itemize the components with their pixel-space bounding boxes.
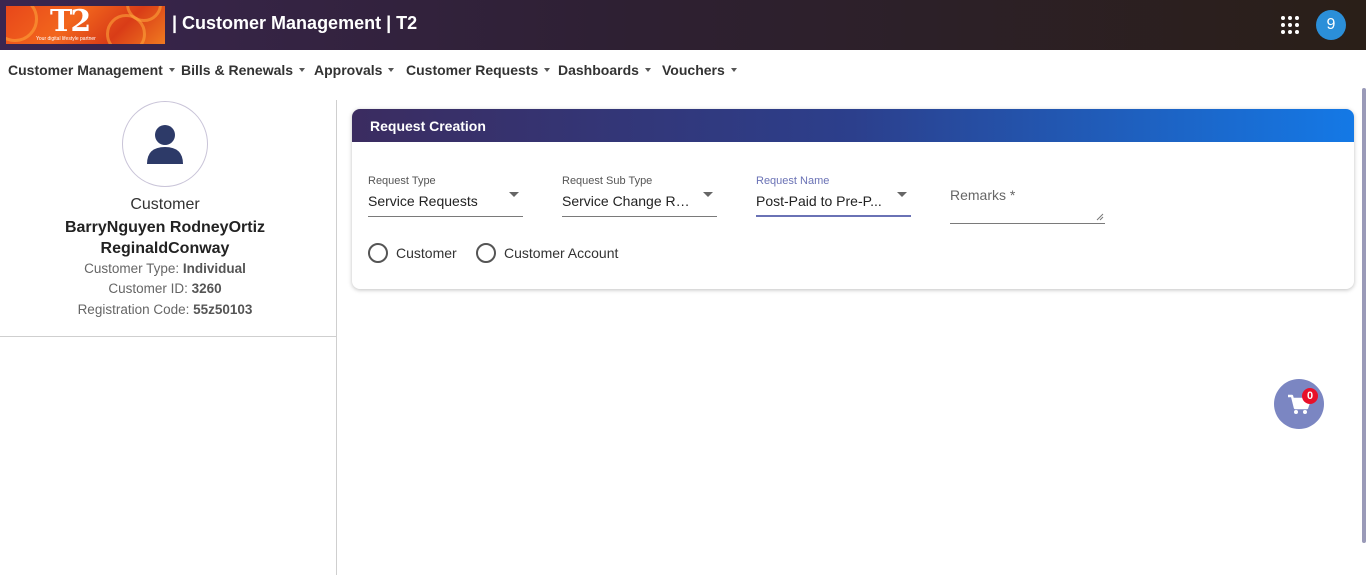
card-title: Request Creation <box>370 118 486 134</box>
cart-count-badge: 0 <box>1302 388 1318 404</box>
cart-button[interactable] <box>1274 379 1324 429</box>
nav-customer-management[interactable]: Customer Management <box>8 62 175 78</box>
customer-type-line: Customer Type: Individual <box>0 261 330 276</box>
customer-name-line2: ReginaldConway <box>100 240 230 257</box>
nav-bills-renewals[interactable]: Bills & Renewals <box>181 62 306 78</box>
caret-down-icon <box>168 68 175 73</box>
caret-down-icon <box>730 68 737 73</box>
customer-avatar <box>122 101 208 187</box>
nav-dashboards[interactable]: Dashboards <box>558 62 651 78</box>
request-name-value: Post-Paid to Pre-P... <box>756 193 882 209</box>
customer-id-value: 3260 <box>191 281 222 296</box>
brand-logo[interactable]: T2 Your digital lifestyle partner <box>6 6 165 44</box>
customer-name: BarryNguyen RodneyOrtiz ReginaldConway <box>0 217 330 259</box>
remarks-label: Remarks * <box>950 187 1016 203</box>
logo-mark: T2 <box>50 6 91 39</box>
card-header: Request Creation <box>352 109 1354 142</box>
nav-label: Bills & Renewals <box>181 62 294 78</box>
page-scrollbar[interactable] <box>1362 88 1366 543</box>
nav-label: Approvals <box>314 62 383 78</box>
main-nav: Customer Management Bills & Renewals App… <box>0 50 1366 88</box>
grid-apps-icon[interactable] <box>1281 16 1299 34</box>
nav-label: Dashboards <box>558 62 639 78</box>
dropdown-arrow-icon <box>897 192 907 197</box>
customer-type-value: Individual <box>182 261 246 276</box>
caret-down-icon <box>299 68 306 73</box>
nav-vouchers[interactable]: Vouchers <box>662 62 737 78</box>
top-header-bar: T2 Your digital lifestyle partner | Cust… <box>0 0 1366 50</box>
logo-swirl <box>6 6 38 42</box>
caret-down-icon <box>388 68 395 73</box>
profile-role: Customer <box>130 196 200 213</box>
customer-id-label: Customer ID: <box>108 281 192 296</box>
request-type-label: Request Type <box>368 175 436 187</box>
resize-grip-icon[interactable] <box>1096 213 1104 221</box>
caret-down-icon <box>544 68 551 73</box>
nav-label: Customer Requests <box>406 62 539 78</box>
request-sub-type-label: Request Sub Type <box>562 175 653 187</box>
request-type-value: Service Requests <box>368 193 478 209</box>
user-avatar[interactable]: 9 <box>1316 10 1346 40</box>
radio-customer-label: Customer <box>396 245 457 261</box>
nav-approvals[interactable]: Approvals <box>314 62 395 78</box>
request-sub-type-value: Service Change Re... <box>562 193 694 209</box>
nav-label: Customer Management <box>8 62 163 78</box>
request-name-select[interactable]: Request Name Post-Paid to Pre-P... <box>756 173 911 217</box>
customer-name-line1: BarryNguyen RodneyOrtiz <box>64 219 266 236</box>
request-name-label: Request Name <box>756 175 830 187</box>
app-title: | Customer Management | T2 <box>172 13 418 33</box>
dropdown-arrow-icon <box>509 192 519 197</box>
radio-customer-account-label: Customer Account <box>504 245 619 261</box>
registration-code-value: 55z50103 <box>193 302 253 317</box>
radio-circle-icon <box>368 243 388 263</box>
user-icon <box>147 125 183 164</box>
nav-label: Vouchers <box>662 62 725 78</box>
registration-code-line: Registration Code: 55z50103 <box>0 302 330 317</box>
radio-circle-icon <box>476 243 496 263</box>
request-type-select[interactable]: Request Type Service Requests <box>368 173 523 217</box>
customer-type-label: Customer Type: <box>84 261 183 276</box>
customer-profile-panel: Customer BarryNguyen RodneyOrtiz Reginal… <box>0 100 337 575</box>
nav-customer-requests[interactable]: Customer Requests <box>406 62 551 78</box>
caret-down-icon <box>644 68 651 73</box>
logo-tagline: Your digital lifestyle partner <box>36 36 96 42</box>
panel-divider <box>0 336 336 337</box>
dropdown-arrow-icon <box>703 192 713 197</box>
shopping-cart-icon <box>1288 394 1312 414</box>
remarks-textarea[interactable]: Remarks * <box>950 181 1105 224</box>
request-creation-card: Request Creation Request Type Service Re… <box>352 109 1354 289</box>
registration-code-label: Registration Code: <box>77 302 194 317</box>
customer-id-line: Customer ID: 3260 <box>0 281 330 296</box>
request-sub-type-select[interactable]: Request Sub Type Service Change Re... <box>562 173 717 217</box>
